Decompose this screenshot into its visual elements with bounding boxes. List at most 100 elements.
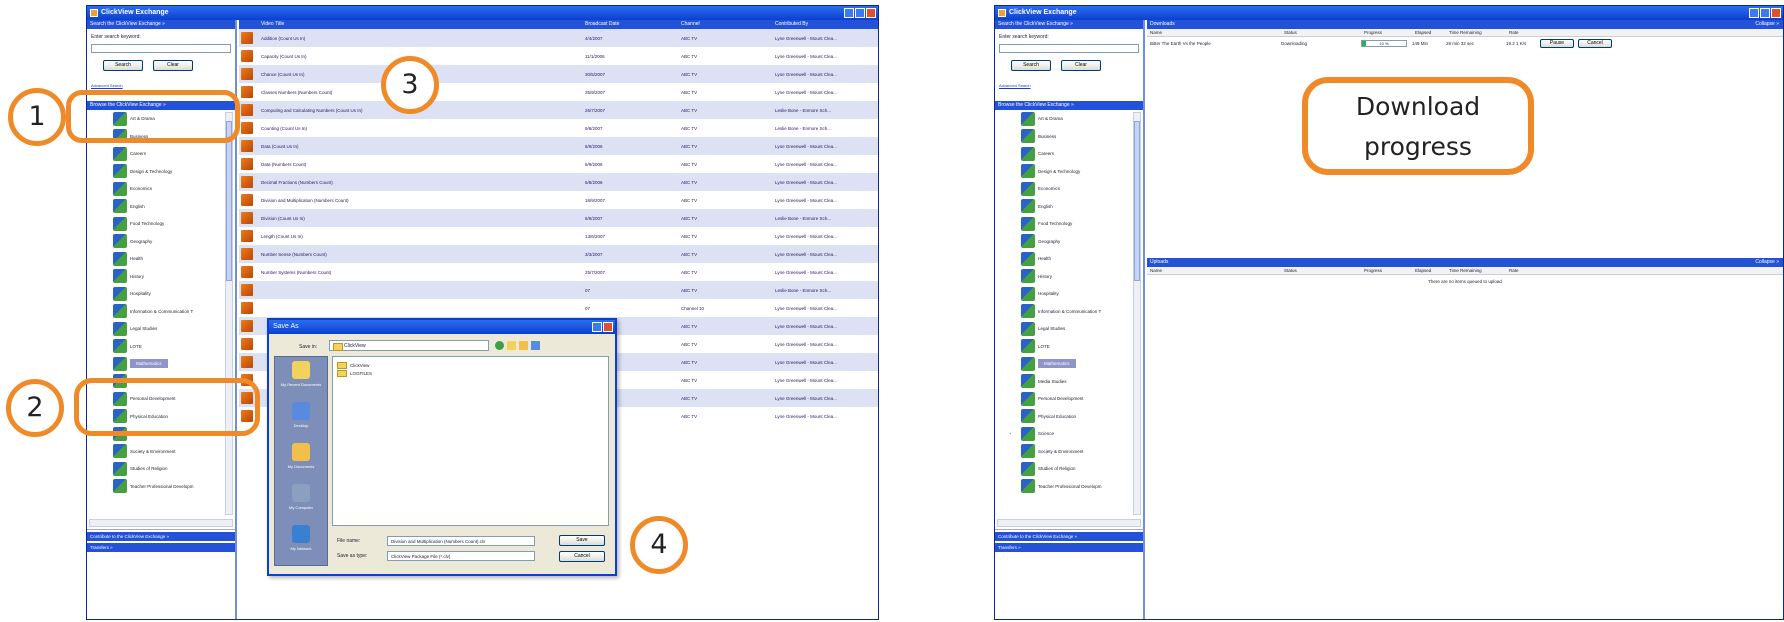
column-header[interactable]: Rate bbox=[1509, 29, 1543, 36]
download-row[interactable]: Bitter The Earth Vs the People Downloadi… bbox=[1147, 38, 1783, 49]
category-hscroll[interactable] bbox=[89, 519, 233, 527]
column-header[interactable]: Elapsed bbox=[1415, 267, 1449, 274]
table-row[interactable]: Number Systems (Numbers Count) 25/7/2007 A… bbox=[239, 263, 878, 281]
table-row[interactable]: Addition (Count Us In) 4/4/2007 ABC TV Lyne… bbox=[239, 29, 878, 47]
category-item[interactable]: Art & Drama bbox=[995, 110, 1143, 128]
category-item[interactable]: Society & Environment bbox=[995, 443, 1143, 461]
category-item[interactable]: Personal Development bbox=[995, 390, 1143, 408]
column-header[interactable]: Progress bbox=[1364, 267, 1415, 274]
table-row[interactable]: Chance (Count Us In) 30/5/2007 ABC TV Lyne … bbox=[239, 65, 878, 83]
col-broadcast-date[interactable]: Broadcast Date bbox=[585, 20, 681, 29]
search-button[interactable]: Search bbox=[103, 60, 143, 71]
save-in-select[interactable]: ClickView bbox=[329, 340, 489, 351]
column-header[interactable]: Name bbox=[1147, 267, 1284, 274]
category-item[interactable]: History bbox=[87, 268, 235, 286]
file-item[interactable]: ClickView bbox=[337, 361, 604, 369]
search-button-right[interactable]: Search bbox=[1011, 60, 1051, 71]
category-item[interactable]: Legal Studies bbox=[995, 320, 1143, 338]
category-item[interactable]: Hospitality bbox=[995, 285, 1143, 303]
maximize-button-right[interactable] bbox=[1760, 8, 1770, 18]
search-input-right[interactable] bbox=[999, 44, 1139, 53]
browse-section-header-right[interactable]: Browse the ClickView Exchange » bbox=[995, 101, 1143, 110]
place-item[interactable]: My Computer bbox=[275, 480, 327, 521]
category-item[interactable]: Hospitality bbox=[87, 285, 235, 303]
column-header[interactable]: Name bbox=[1147, 29, 1284, 36]
table-row[interactable]: Decimal Fractions (Numbers Count) 6/8/200… bbox=[239, 173, 878, 191]
category-item[interactable]: Teacher Professional Developm bbox=[87, 478, 235, 496]
pause-button[interactable]: Pause bbox=[1540, 39, 1574, 48]
category-item[interactable]: Careers bbox=[87, 145, 235, 163]
category-item[interactable]: Media Studies bbox=[995, 373, 1143, 391]
category-item[interactable]: Food Technology bbox=[995, 215, 1143, 233]
uploads-collapse-link[interactable]: Collapse » bbox=[1755, 258, 1779, 267]
column-header[interactable]: Progress bbox=[1364, 29, 1415, 36]
maximize-button[interactable] bbox=[855, 8, 865, 18]
category-item[interactable]: Design & Technology bbox=[87, 163, 235, 181]
category-item[interactable]: Health bbox=[87, 250, 235, 268]
category-item[interactable]: Legal Studies bbox=[87, 320, 235, 338]
column-header[interactable]: Rate bbox=[1509, 267, 1543, 274]
table-row[interactable]: Data (Count Us In) 6/9/2006 ABC TV Lyne Gre… bbox=[239, 137, 878, 155]
category-item[interactable]: Information & Communication T bbox=[995, 303, 1143, 321]
category-item[interactable]: Teacher Professional Developm bbox=[995, 478, 1143, 496]
place-item[interactable]: My Recent Documents bbox=[275, 357, 327, 398]
category-item[interactable]: Design & Technology bbox=[995, 163, 1143, 181]
clear-button-right[interactable]: Clear bbox=[1061, 60, 1101, 71]
minimize-button[interactable] bbox=[844, 8, 854, 18]
back-icon[interactable] bbox=[495, 341, 504, 350]
category-item[interactable]: Health bbox=[995, 250, 1143, 268]
table-row[interactable]: Computing and Calculating Numbers (Count… bbox=[239, 101, 878, 119]
close-button-right[interactable] bbox=[1771, 8, 1781, 18]
category-item[interactable]: + Science bbox=[995, 425, 1143, 443]
contribute-section-header-right[interactable]: Contribute to the ClickView Exchange » bbox=[995, 532, 1143, 541]
column-header[interactable]: Elapsed bbox=[1415, 29, 1449, 36]
category-item[interactable]: Business bbox=[995, 128, 1143, 146]
file-item[interactable]: LOGFILES bbox=[337, 369, 604, 377]
place-item[interactable]: Desktop bbox=[275, 398, 327, 439]
category-item[interactable]: Economics bbox=[87, 180, 235, 198]
category-vscroll-right[interactable] bbox=[1133, 112, 1141, 515]
new-folder-icon[interactable] bbox=[519, 341, 528, 350]
column-header[interactable]: Time Remaining bbox=[1449, 29, 1509, 36]
table-row[interactable]: Data (Numbers Count) 6/9/2006 ABC TV Lyne G… bbox=[239, 155, 878, 173]
dialog-save-button[interactable]: Save bbox=[559, 535, 605, 546]
dialog-cancel-button[interactable]: Cancel bbox=[559, 551, 605, 562]
table-row[interactable]: 07 ABC TV Leslie Bone - Enmore Sch... bbox=[239, 281, 878, 299]
filetype-select[interactable]: ClickView Package File (*.clv) bbox=[387, 551, 535, 561]
up-folder-icon[interactable] bbox=[507, 341, 516, 350]
table-row[interactable]: Number Sense (Numbers Count) 3/3/2007 ABC … bbox=[239, 245, 878, 263]
expand-icon[interactable]: + bbox=[1009, 431, 1011, 436]
help-button[interactable] bbox=[592, 322, 602, 332]
cancel-download-button[interactable]: Cancel bbox=[1578, 39, 1612, 48]
category-item[interactable]: Mathematics bbox=[995, 355, 1143, 373]
category-item[interactable]: Information & Communication T bbox=[87, 303, 235, 321]
category-item[interactable]: Economics bbox=[995, 180, 1143, 198]
column-header[interactable]: Status bbox=[1284, 267, 1364, 274]
advanced-search-link[interactable]: Advanced Search bbox=[91, 83, 231, 88]
views-icon[interactable] bbox=[531, 341, 540, 350]
category-item[interactable]: Food Technology bbox=[87, 215, 235, 233]
category-item[interactable]: English bbox=[87, 198, 235, 216]
clear-button[interactable]: Clear bbox=[153, 60, 193, 71]
transfers-section-header-right[interactable]: Transfers » bbox=[995, 543, 1143, 552]
close-button[interactable] bbox=[866, 8, 876, 18]
transfers-section-header[interactable]: Transfers » bbox=[87, 543, 235, 552]
table-row[interactable]: Division and Multiplication (Numbers Cou… bbox=[239, 191, 878, 209]
table-row[interactable]: Classes Numbers (Numbers Count) 25/9/2007… bbox=[239, 83, 878, 101]
col-contributed-by[interactable]: Contributed By bbox=[775, 20, 878, 29]
column-header[interactable]: Status bbox=[1284, 29, 1364, 36]
category-item[interactable]: Studies of Religion bbox=[87, 460, 235, 478]
table-row[interactable]: 07 Channel 10 Lyne Greenwell - Mount Clea.… bbox=[239, 299, 878, 317]
category-item[interactable]: Geography bbox=[995, 233, 1143, 251]
category-item[interactable]: Studies of Religion bbox=[995, 460, 1143, 478]
table-row[interactable]: Counting (Count Us In) 9/8/2007 ABC TV Lesl… bbox=[239, 119, 878, 137]
filename-input[interactable]: Division and Multiplication (Numbers Cou… bbox=[387, 536, 535, 546]
category-item[interactable]: Careers bbox=[995, 145, 1143, 163]
scroll-thumb[interactable] bbox=[226, 121, 232, 281]
category-item[interactable]: History bbox=[995, 268, 1143, 286]
col-video-title[interactable]: Video Title bbox=[257, 20, 585, 29]
search-section-header[interactable]: Search the ClickView Exchange » bbox=[87, 20, 235, 29]
table-row[interactable]: Length (Count Us In) 13/6/2007 ABC TV Lyne … bbox=[239, 227, 878, 245]
category-hscroll-right[interactable] bbox=[997, 519, 1141, 527]
table-row[interactable]: Capacity (Count Us In) 11/1/2006 ABC TV Lyn… bbox=[239, 47, 878, 65]
